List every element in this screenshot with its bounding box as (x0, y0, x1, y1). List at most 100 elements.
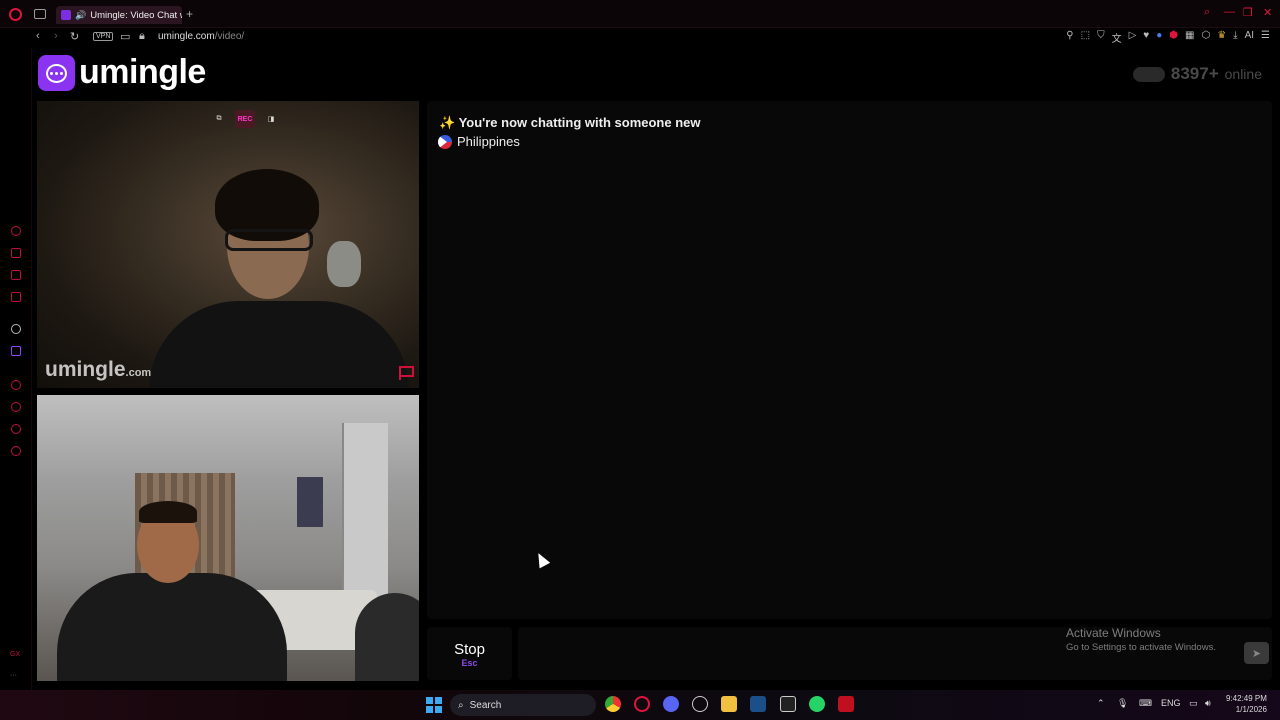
keyboard-icon[interactable]: ⌨ (1139, 698, 1152, 709)
activate-sub: Go to Settings to activate Windows. (1066, 642, 1216, 653)
snapshot-icon[interactable]: ◨ (261, 110, 281, 128)
pin-icon[interactable]: ⚲ (1066, 30, 1073, 45)
shield-icon[interactable]: ⛉ (1097, 30, 1105, 45)
g-icon[interactable]: ● (1156, 30, 1162, 45)
opera-logo-icon[interactable] (9, 8, 22, 21)
lock-icon[interactable]: 🔒︎ (139, 30, 145, 43)
steam-icon[interactable] (750, 696, 766, 712)
url-field[interactable]: umingle.com/video/ (158, 31, 244, 42)
forward-icon[interactable]: › (54, 30, 58, 42)
opera-gx-icon[interactable] (634, 696, 650, 712)
chatgpt-icon[interactable] (11, 324, 21, 334)
twitch-icon[interactable] (11, 346, 21, 356)
stranger-body (149, 301, 409, 388)
search-icon: ⌕ (458, 699, 464, 711)
new-tab-button[interactable]: + (186, 7, 193, 21)
video-toolbar: ⧉ REC ◨ (209, 110, 281, 128)
ai-icon[interactable]: AI (1245, 30, 1254, 45)
activate-title: Activate Windows (1066, 626, 1161, 640)
adblock-icon[interactable]: ⬢ (1169, 30, 1178, 45)
ai-label: AI (1244, 30, 1255, 41)
close-icon[interactable]: ✕ (1263, 6, 1272, 19)
heart-icon[interactable]: ♥ (1143, 30, 1149, 45)
epic-games-icon[interactable] (780, 696, 796, 712)
tab-favicon-icon (61, 10, 71, 20)
language-indicator[interactable]: ENG (1161, 698, 1181, 708)
second-person (355, 593, 419, 681)
more-icon[interactable]: ··· (10, 672, 17, 679)
download-icon[interactable]: ⤓ (1233, 30, 1237, 45)
puzzle-icon[interactable]: ⬡ (1201, 30, 1210, 45)
back-icon[interactable]: ‹ (36, 30, 40, 42)
browser-sidebar: GX ··· (0, 48, 32, 690)
search-label: Search (469, 699, 502, 711)
gx-control-icon[interactable] (11, 226, 21, 236)
grid-icon[interactable]: ▦ (1185, 30, 1194, 45)
whatsapp-icon[interactable] (809, 696, 825, 712)
chat-country: Philippines (438, 134, 520, 149)
restore-icon[interactable]: ❐ (1243, 6, 1253, 19)
stranger-glasses (225, 229, 313, 251)
self-body (57, 573, 287, 681)
clock-time: 9:42:49 PM (1226, 694, 1267, 703)
watermark-suffix: .com (125, 367, 152, 379)
windows-start-icon[interactable] (426, 697, 442, 713)
stop-label: Stop (454, 641, 485, 658)
stop-shortcut: Esc (461, 658, 478, 668)
online-count: 8397+ (1170, 64, 1219, 83)
online-toggle[interactable] (1132, 66, 1165, 82)
taskbar-clock[interactable]: 9:42:49 PM 1/1/2026 (1226, 693, 1267, 715)
app-icon[interactable] (692, 696, 708, 712)
extensions-toolbar: ⚲ ⬚ ⛉ 文 ▷ ♥ ● ⬢ ▦ ⬡ ♛ ⤓ AI ☰ (1066, 30, 1270, 45)
translate-icon[interactable]: 文 (1112, 30, 1122, 45)
tab-manager-icon[interactable] (34, 9, 46, 19)
tab-title: Umingle: Video Chat w (90, 9, 182, 21)
minimize-icon[interactable]: — (1224, 6, 1235, 18)
play-icon[interactable]: ▷ (1129, 30, 1137, 45)
browser-tabbar: 🔊 Umingle: Video Chat w + ⌕ — ❐ ✕ (0, 0, 1280, 28)
reload-icon[interactable]: ↻ (70, 30, 79, 43)
activate-windows-watermark: Activate Windows Go to Settings to activ… (1066, 626, 1216, 653)
network-icon[interactable]: ▭ (1189, 698, 1198, 709)
camera-icon[interactable]: ▭ (120, 30, 130, 43)
history-icon[interactable] (11, 402, 21, 412)
online-label: online (1224, 66, 1262, 82)
browser-tab-umingle[interactable]: 🔊 Umingle: Video Chat w (56, 6, 182, 24)
site-logo-text[interactable]: umingle (79, 53, 206, 92)
settings-icon[interactable] (11, 446, 21, 456)
taskbar-search[interactable]: ⌕ Search (450, 694, 596, 716)
player-icon[interactable] (11, 380, 21, 390)
discord-icon[interactable] (663, 696, 679, 712)
gx-label[interactable]: GX (10, 651, 20, 658)
snapshot-icon[interactable]: ⬚ (1081, 30, 1090, 45)
m-app-icon[interactable] (11, 292, 21, 302)
gx-store-icon[interactable] (11, 248, 21, 258)
file-explorer-icon[interactable] (721, 696, 737, 712)
send-button[interactable]: ➤ (1244, 642, 1269, 664)
self-hair (139, 501, 197, 523)
search-icon[interactable]: ⌕ (1204, 6, 1210, 19)
report-flag-icon[interactable] (399, 366, 414, 380)
pip-icon[interactable]: ⧉ (209, 110, 229, 128)
philippines-flag-icon (438, 134, 452, 149)
self-video (37, 395, 419, 681)
crown-icon[interactable]: ♛ (1217, 30, 1226, 45)
menu-icon[interactable]: ☰ (1261, 30, 1270, 45)
speaker-icon[interactable]: 🔊 (75, 10, 86, 21)
red-app-icon[interactable] (838, 696, 854, 712)
messenger-icon[interactable] (11, 270, 21, 280)
umingle-logo-icon[interactable] (38, 55, 75, 91)
stop-button[interactable]: Stop Esc (427, 627, 512, 680)
tray-chevron-icon[interactable]: ⌃ (1097, 698, 1105, 709)
chrome-icon[interactable] (605, 696, 621, 712)
volume-icon[interactable]: 🔊︎ (1205, 698, 1211, 709)
record-button[interactable]: REC (235, 110, 255, 128)
chat-icon[interactable] (11, 424, 21, 434)
country-name: Philippines (457, 134, 520, 149)
vpn-badge[interactable]: VPN (93, 32, 114, 41)
watermark-text: umingle (45, 358, 126, 381)
microphone-icon[interactable]: 🎙︎ (1117, 698, 1128, 709)
send-icon: ➤ (1251, 647, 1262, 660)
chat-bubble-icon (46, 63, 67, 83)
wall-art (297, 477, 323, 527)
